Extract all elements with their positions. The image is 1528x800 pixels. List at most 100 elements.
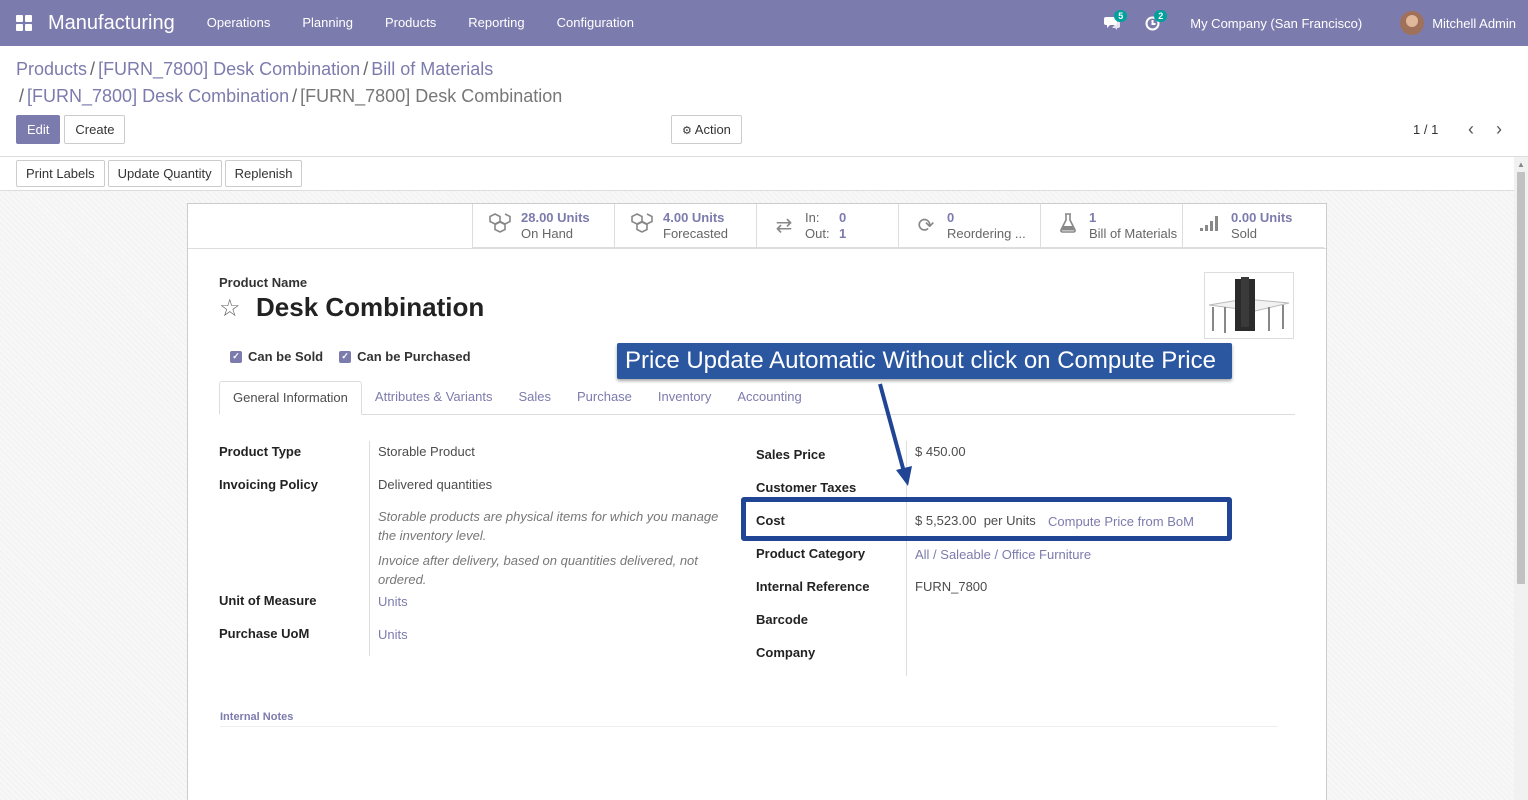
tab-inventory[interactable]: Inventory [645,381,724,414]
edit-button[interactable]: Edit [16,115,61,144]
breadcrumb-bom[interactable]: Bill of Materials [371,59,493,79]
form-tabs: General Information Attributes & Variant… [219,381,1295,415]
internal-reference-label: Internal Reference [756,579,870,594]
on-hand-label: On Hand [521,225,574,241]
product-category-label: Product Category [756,546,866,561]
avatar [1400,11,1425,35]
in-value: 0 [839,209,847,225]
product-image[interactable] [1204,272,1294,339]
company-switcher[interactable]: My Company (San Francisco) [1172,16,1380,31]
customer-taxes-label: Customer Taxes [756,480,857,495]
signal-icon [1195,214,1225,238]
star-icon[interactable]: ☆ [219,294,241,323]
chevron-right-icon[interactable]: › [1488,118,1510,140]
invoicing-policy-value[interactable]: Delivered quantities [378,477,492,492]
sold-label: Sold [1231,225,1258,241]
out-value: 1 [839,225,847,241]
product-name[interactable]: Desk Combination [256,292,484,323]
can-be-sold-checkbox[interactable]: ✓ [230,350,242,363]
refresh-icon: ⟳ [917,215,935,237]
barcode-label: Barcode [756,612,809,627]
divider [188,248,1326,249]
forecasted-label: Forecasted [663,225,729,241]
product-name-label: Product Name [219,275,308,290]
user-name: Mitchell Admin [1432,15,1516,31]
annotation-highlight-box [741,497,1232,541]
menu-configuration[interactable]: Configuration [541,0,650,46]
gear-icon: ⚙ [682,125,692,137]
annotation-arrow [878,383,912,486]
scrollbar-thumb[interactable] [1517,172,1525,584]
can-be-sold-label: Can be Sold [248,349,324,364]
in-label: In: [805,209,820,225]
exchange-icon: ⇄ [775,215,793,237]
breadcrumb-product-2[interactable]: [FURN_7800] Desk Combination [27,86,289,106]
flask-icon [1053,212,1083,239]
tab-purchase[interactable]: Purchase [564,381,645,414]
breadcrumb-active: [FURN_7800] Desk Combination [300,86,563,106]
sold-button[interactable]: 0.00 Units Sold [1182,204,1324,247]
menu-operations[interactable]: Operations [191,0,287,46]
app-name[interactable]: Manufacturing [48,12,175,35]
breadcrumb-product[interactable]: [FURN_7800] Desk Combination [98,59,360,79]
replenish-button[interactable]: Replenish [224,160,303,187]
apps-menu-icon[interactable] [0,0,48,46]
on-hand-value: 28.00 Units [521,209,590,225]
cubes-icon [627,212,657,240]
menu-planning[interactable]: Planning [286,0,369,46]
internal-notes-field[interactable] [220,726,1278,727]
on-hand-button[interactable]: 28.00 Units On Hand [472,204,614,247]
tab-general-information[interactable]: General Information [219,381,362,415]
smart-buttons: 28.00 Units On Hand 4.00 Units Forecaste… [472,204,1324,248]
product-type-value[interactable]: Storable Product [378,444,475,459]
tab-attributes-variants[interactable]: Attributes & Variants [362,381,506,414]
tab-accounting[interactable]: Accounting [724,381,814,414]
activities-button[interactable]: 2 [1132,0,1172,46]
activities-badge: 2 [1154,10,1168,22]
purchase-uom-label: Purchase UoM [219,626,310,641]
menu-products[interactable]: Products [369,0,452,46]
reordering-value: 0 [947,209,955,225]
reordering-label: Reordering ... [947,225,1026,241]
out-label: Out: [805,225,830,241]
messages-badge: 5 [1114,10,1128,22]
company-label: Company [756,645,816,660]
top-navbar: Manufacturing Operations Planning Produc… [0,0,1528,46]
reordering-button[interactable]: ⟳ 0 Reordering ... [898,204,1040,247]
breadcrumb-products[interactable]: Products [16,59,87,79]
divider [369,441,370,656]
scrollbar[interactable]: ▲ [1514,157,1528,800]
uom-value[interactable]: Units [378,594,408,609]
can-be-purchased-label: Can be Purchased [357,349,471,364]
scroll-up-icon[interactable]: ▲ [1517,160,1525,169]
breadcrumb: Products / [FURN_7800] Desk Combination / Bi… [16,59,563,106]
product-type-label: Product Type [219,444,302,459]
in-out-button[interactable]: ⇄ In: 0 Out: 1 [756,204,898,247]
print-labels-button[interactable]: Print Labels [16,160,105,187]
uom-label: Unit of Measure [219,593,317,608]
menu-reporting[interactable]: Reporting [452,0,540,46]
chevron-left-icon[interactable]: ‹ [1460,118,1482,140]
purchase-uom-value[interactable]: Units [378,627,408,642]
action-button[interactable]: ⚙ Action [671,115,742,144]
create-button[interactable]: Create [64,115,126,144]
invoicing-policy-label: Invoicing Policy [219,477,318,492]
help-invoice: Invoice after delivery, based on quantit… [378,553,698,587]
messages-button[interactable]: 5 [1092,0,1132,46]
tab-sales[interactable]: Sales [505,381,564,414]
bom-value: 1 [1089,209,1097,225]
update-quantity-button[interactable]: Update Quantity [107,160,222,187]
product-category-value[interactable]: All / Saleable / Office Furniture [915,547,1091,562]
internal-reference-value[interactable]: FURN_7800 [915,579,987,594]
annotation-callout: Price Update Automatic Without click on … [617,343,1232,379]
sold-value: 0.00 Units [1231,209,1293,225]
forecasted-button[interactable]: 4.00 Units Forecasted [614,204,756,247]
user-menu[interactable]: Mitchell Admin [1380,11,1528,35]
sales-price-label: Sales Price [756,447,826,462]
can-be-purchased-checkbox[interactable]: ✓ [339,350,352,363]
bom-button[interactable]: 1 Bill of Materials [1040,204,1182,247]
help-storable: Storable products are physical items for… [378,509,719,543]
forecasted-value: 4.00 Units [663,209,725,225]
cubes-icon [485,212,515,240]
pager-value[interactable]: 1 / 1 [1413,122,1438,137]
